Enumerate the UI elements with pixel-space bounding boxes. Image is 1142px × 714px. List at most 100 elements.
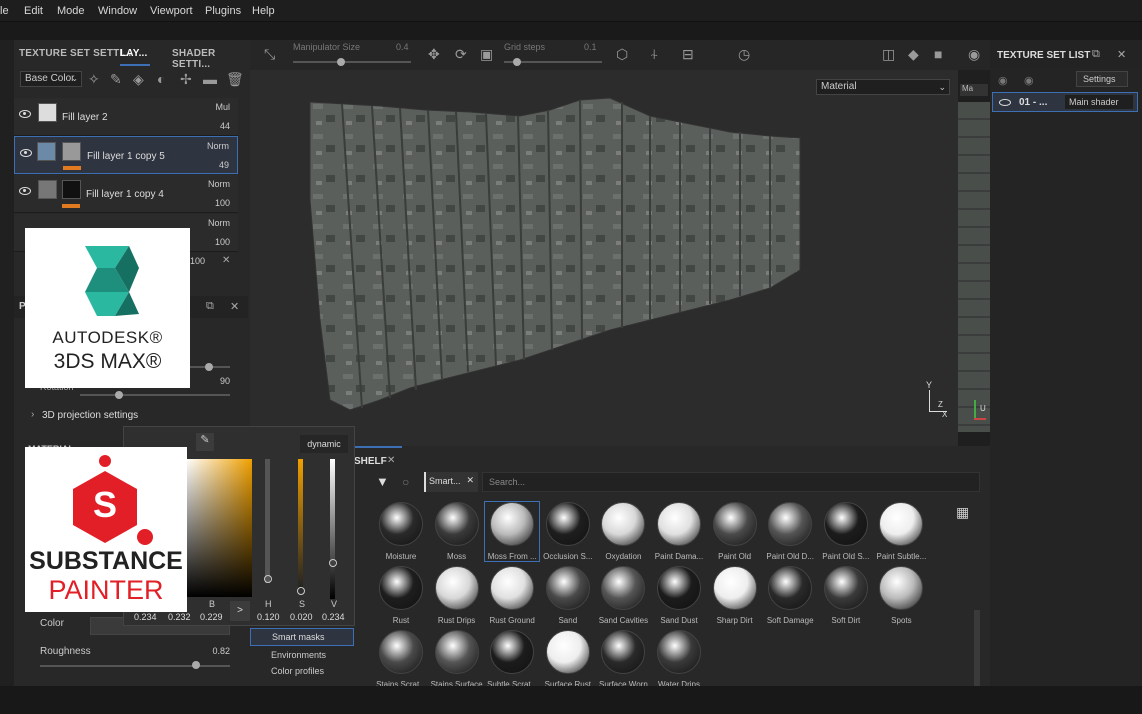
rotation-slider-knob[interactable] — [115, 391, 123, 399]
layer-opacity[interactable]: 44 — [220, 121, 230, 131]
layer-opacity[interactable]: 100 — [215, 198, 230, 208]
scale-icon[interactable]: ▣ — [480, 46, 493, 63]
magic-wand-icon[interactable]: ✧ — [88, 71, 100, 88]
manipulator-slider-knob[interactable] — [337, 58, 345, 66]
move-icon[interactable]: ✥ — [428, 46, 440, 63]
paint-layer-icon[interactable]: ✎ — [110, 71, 122, 88]
upper-slider-knob[interactable] — [205, 363, 213, 371]
shelf-item[interactable]: Stains Scrat... — [374, 630, 428, 689]
shelf-item[interactable]: Soft Dirt — [819, 566, 873, 625]
shelf-item[interactable]: Subtle Scrat... — [485, 630, 539, 689]
value-slider[interactable] — [330, 459, 335, 599]
shelf-item[interactable]: Rust Drips — [430, 566, 484, 625]
shelf-item[interactable]: Sand — [541, 566, 595, 625]
shelf-item[interactable]: Surface Worn — [596, 630, 650, 689]
r-value[interactable]: 0.234 — [134, 612, 157, 622]
roughness-slider-knob[interactable] — [192, 661, 200, 669]
shelf-item[interactable]: Soft Damage — [763, 566, 817, 625]
s-value[interactable]: 0.020 — [290, 612, 313, 622]
category-smart-masks[interactable]: Smart masks — [250, 628, 354, 646]
layer-blend-mode[interactable]: Norm — [207, 141, 229, 151]
search-input[interactable]: Search... — [482, 472, 980, 492]
3d-cube-icon[interactable]: ◆ — [908, 46, 919, 63]
shelf-item[interactable]: Oxydation — [596, 502, 650, 561]
shelf-item[interactable]: Stains Surface — [430, 630, 484, 689]
mode-arrow-button[interactable]: > — [230, 601, 250, 621]
tab-texture-set-settings[interactable]: TEXTURE SET SETTI... — [19, 48, 131, 59]
shelf-item[interactable]: Paint Old D... — [763, 502, 817, 561]
lock-icon[interactable]: ⊟ — [682, 46, 694, 63]
shelf-item[interactable]: Paint Old — [708, 502, 762, 561]
shader-select[interactable]: Main shader — [1065, 95, 1133, 109]
rotation-slider[interactable] — [80, 394, 230, 396]
material-select[interactable]: Material ⌄ — [816, 79, 950, 95]
shelf-item[interactable]: Spots — [874, 566, 928, 625]
layer-item[interactable]: Fill layer 1 copy 4 Norm 100 — [14, 175, 238, 213]
b-value[interactable]: 0.229 — [200, 612, 223, 622]
close-icon[interactable]: ✕ — [230, 300, 239, 313]
shelf-item[interactable]: Rust Ground — [485, 566, 539, 625]
menu-edit[interactable]: Edit — [24, 5, 43, 17]
camera-icon[interactable]: ■ — [934, 46, 942, 62]
shelf-item[interactable]: Sand Dust — [652, 566, 706, 625]
screenshot-icon[interactable]: ◉ — [968, 46, 980, 63]
cube-icon[interactable]: ⬡ — [616, 46, 628, 63]
roughness-value[interactable]: 0.82 — [200, 646, 230, 656]
tab-layers[interactable]: LAY... — [120, 48, 148, 59]
saturation-value-field[interactable] — [186, 459, 252, 597]
v-value[interactable]: 0.234 — [322, 612, 345, 622]
shelf-item[interactable]: Surface Rust — [541, 630, 595, 689]
menu-viewport[interactable]: Viewport — [150, 5, 193, 17]
clock-icon[interactable]: ◷ — [738, 46, 750, 63]
2d-view-strip[interactable]: Ma U — [958, 70, 990, 446]
folder-icon[interactable]: ▬ — [203, 71, 217, 87]
manipulator-size-slider[interactable] — [293, 61, 411, 63]
rotation-value[interactable]: 90 — [190, 376, 230, 386]
value-slider-knob[interactable] — [329, 559, 337, 567]
refresh-icon[interactable]: ○ — [402, 475, 409, 489]
menu-mode[interactable]: Mode — [57, 5, 85, 17]
shelf-item[interactable]: Occlusion S... — [541, 502, 595, 561]
layer-blend-mode[interactable]: Mul — [215, 102, 230, 112]
h-value[interactable]: 0.120 — [257, 612, 280, 622]
close-icon[interactable]: ✕ — [222, 255, 230, 266]
channel-select[interactable]: Base Color ⌄ — [20, 71, 82, 87]
eye-icon[interactable] — [19, 110, 31, 118]
shelf-item[interactable]: Sand Cavities — [596, 566, 650, 625]
dynamic-toggle[interactable]: dynamic — [300, 435, 348, 453]
settings-button[interactable]: Settings — [1076, 71, 1128, 87]
shelf-item[interactable]: Rust — [374, 566, 428, 625]
2d-view-tab[interactable]: Ma — [960, 84, 988, 96]
mask-icon[interactable]: ◐ — [157, 71, 165, 87]
3d-viewport[interactable] — [250, 70, 960, 446]
eye-icon[interactable] — [20, 149, 32, 157]
layer-item[interactable]: Fill layer 2 Mul 44 — [14, 98, 238, 136]
eye-icon[interactable] — [19, 187, 31, 195]
layer-opacity[interactable]: 100 — [190, 256, 205, 266]
menu-window[interactable]: Window — [98, 5, 137, 17]
rotate-icon[interactable]: ⟳ — [455, 46, 467, 63]
filter-chip[interactable]: Smart... ✕ — [424, 472, 478, 492]
close-icon[interactable]: ✕ — [1117, 48, 1126, 61]
layer-blend-mode[interactable]: Norm — [208, 179, 230, 189]
float-icon[interactable]: ⧉ — [1092, 48, 1100, 61]
hue-slider-knob[interactable] — [264, 575, 272, 583]
menu-plugins[interactable]: Plugins — [205, 5, 241, 17]
projection-settings-label[interactable]: 3D projection settings — [42, 410, 138, 421]
shelf-title[interactable]: SHELF — [354, 456, 387, 467]
menu-help[interactable]: Help — [252, 5, 275, 17]
hue-slider[interactable] — [265, 459, 270, 583]
float-icon[interactable]: ⧉ — [206, 300, 214, 313]
eye-icon[interactable]: ◉ — [998, 74, 1008, 87]
layer-item[interactable]: Fill layer 1 copy 5 Norm 49 — [14, 136, 238, 174]
split-view-icon[interactable]: ◫ — [882, 46, 895, 63]
shelf-item[interactable]: Paint Old S... — [819, 502, 873, 561]
close-icon[interactable]: ✕ — [466, 475, 474, 486]
effects-icon[interactable]: ✢ — [180, 71, 192, 88]
menu-file[interactable]: le — [0, 5, 9, 17]
category-environments[interactable]: Environments — [271, 650, 326, 660]
shelf-item[interactable]: Paint Subtle... — [874, 502, 928, 561]
shelf-item[interactable]: Moss From ... — [484, 501, 541, 562]
layer-opacity[interactable]: 100 — [215, 237, 230, 247]
tab-shader-settings[interactable]: SHADER SETTI... — [172, 48, 248, 70]
